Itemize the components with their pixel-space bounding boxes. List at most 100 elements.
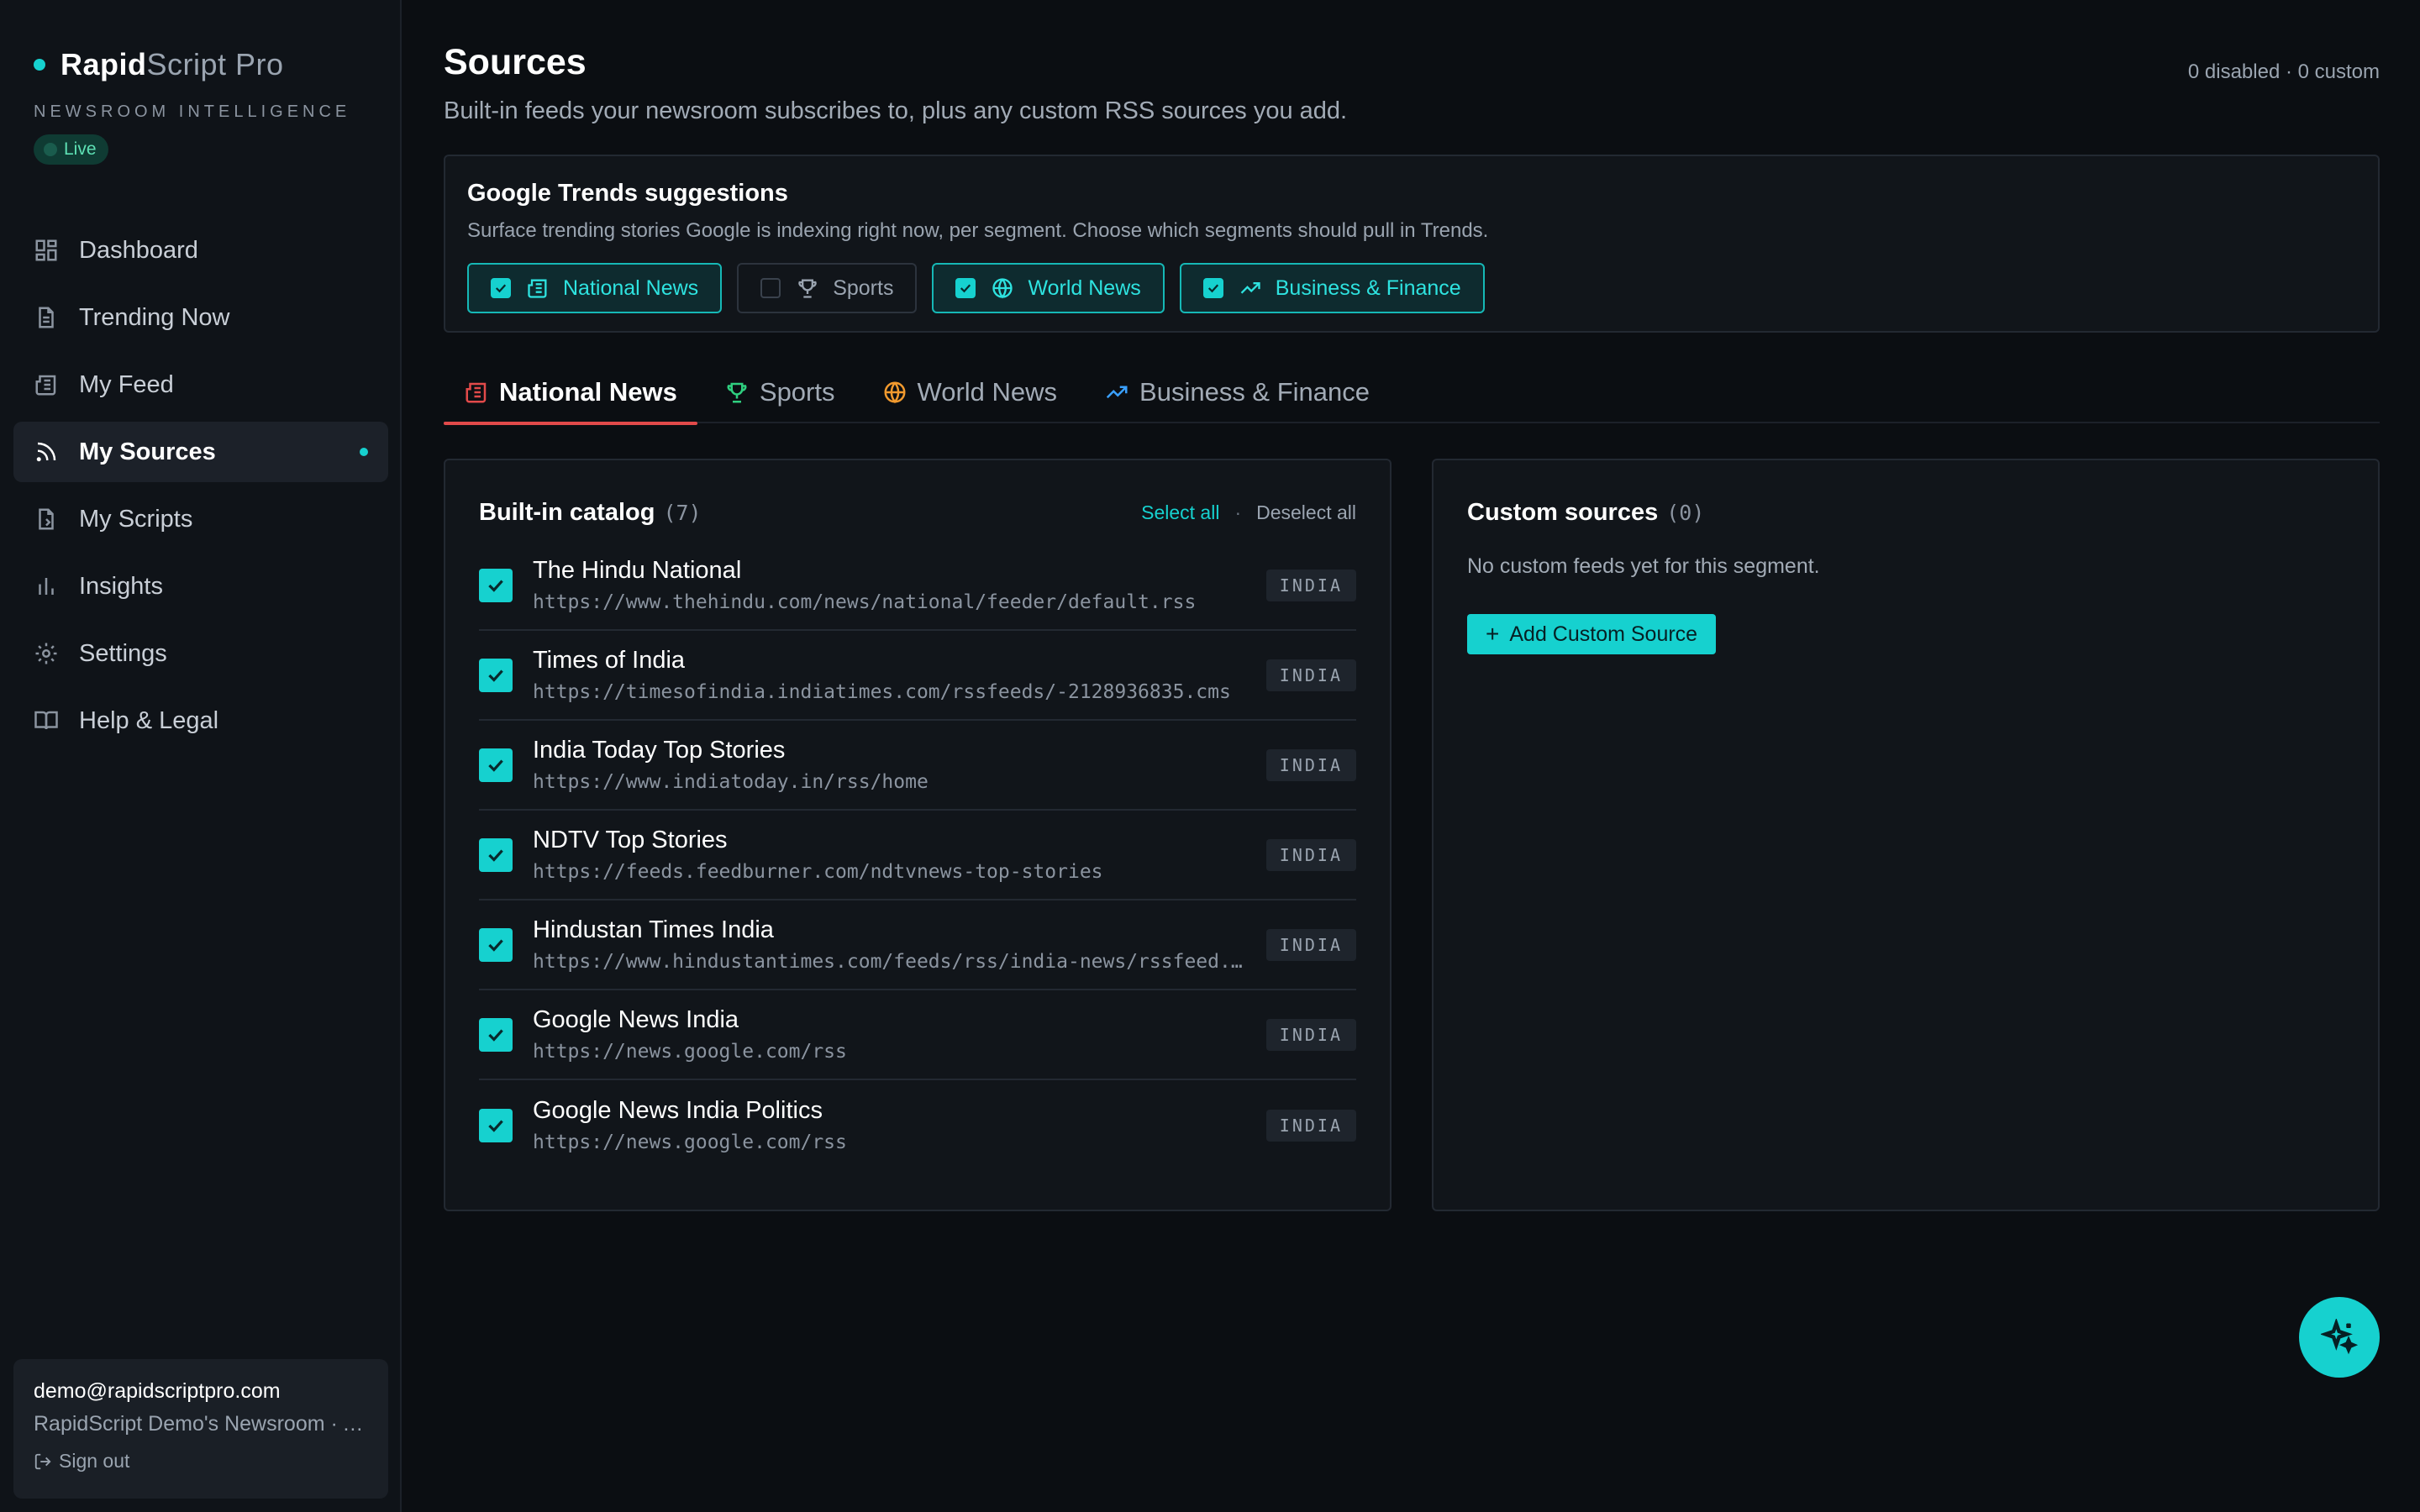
source-checkbox[interactable] — [479, 748, 513, 782]
source-name: NDTV Top Stories — [533, 827, 728, 853]
sidebar-item-label: Insights — [79, 572, 163, 600]
select-all-link[interactable]: Select all — [1141, 501, 1219, 524]
add-custom-source-button[interactable]: + Add Custom Source — [1467, 614, 1717, 654]
sidebar-item-my-scripts[interactable]: My Scripts — [13, 489, 388, 549]
checkbox-checked[interactable] — [955, 278, 976, 298]
source-row[interactable]: Hindustan Times India https://www.hindust… — [479, 900, 1356, 990]
script-icon — [39, 508, 54, 530]
checkbox-checked[interactable] — [1202, 278, 1223, 298]
source-checkbox[interactable] — [479, 1108, 513, 1142]
sidebar-item-help-legal[interactable]: Help & Legal — [13, 690, 388, 751]
source-url: https://www.indiatoday.in/rss/home — [533, 771, 929, 793]
source-checkbox[interactable] — [479, 658, 513, 692]
sidebar: RapidScript Pro NEWSROOM INTELLIGENCE Li… — [0, 0, 402, 1512]
custom-header: Custom sources (0) — [1467, 494, 2344, 531]
check-icon — [488, 579, 503, 592]
source-name: The Hindu National — [533, 557, 742, 584]
sidebar-item-my-feed[interactable]: My Feed — [13, 354, 388, 415]
sidebar-nav: Dashboard Trending Now My Feed My Source… — [13, 220, 388, 758]
check-icon — [495, 284, 507, 293]
document-icon — [39, 307, 54, 328]
trends-chip-business-finance[interactable]: Business & Finance — [1179, 263, 1485, 313]
tab-national-news[interactable]: National News — [444, 361, 697, 425]
source-row[interactable]: Google News India https://news.google.com… — [479, 990, 1356, 1080]
trends-chip-sports[interactable]: Sports — [737, 263, 918, 313]
tab-world-news[interactable]: World News — [862, 361, 1078, 423]
catalog-header: Built-in catalog (7) Select all · Deselec… — [479, 494, 1356, 531]
brand-dot-icon — [34, 59, 45, 71]
bar-chart-icon — [39, 578, 54, 595]
source-row[interactable]: NDTV Top Stories https://feeds.feedburner… — [479, 811, 1356, 900]
tab-label: Sports — [759, 377, 835, 407]
source-url: https://news.google.com/rss — [533, 1041, 847, 1063]
source-checkbox[interactable] — [479, 568, 513, 602]
source-url: https://timesofindia.indiatimes.com/rssf… — [533, 681, 1231, 703]
catalog-actions: Select all · Deselect all — [1141, 501, 1356, 524]
sidebar-item-label: Help & Legal — [79, 706, 219, 734]
sidebar-item-label: My Sources — [79, 438, 216, 465]
sidebar-item-settings[interactable]: Settings — [13, 623, 388, 684]
deselect-all-link[interactable]: Deselect all — [1256, 501, 1356, 524]
check-icon — [488, 669, 503, 682]
trends-chip-world-news[interactable]: World News — [932, 263, 1165, 313]
source-name: Google News India — [533, 1006, 739, 1033]
source-name: Times of India — [533, 647, 686, 674]
dashboard-icon — [35, 239, 57, 261]
sign-out-button[interactable]: Sign out — [34, 1450, 368, 1473]
chip-label: World News — [1028, 276, 1141, 300]
brand-logo[interactable]: RapidScript Pro — [34, 47, 284, 82]
trophy-icon — [727, 382, 747, 403]
check-icon — [1207, 284, 1218, 293]
add-custom-source-label: Add Custom Source — [1509, 622, 1698, 646]
check-icon — [488, 1028, 503, 1042]
builtin-catalog-panel: Built-in catalog (7) Select all · Deselec… — [444, 459, 1392, 1211]
region-tag: INDIA — [1265, 1018, 1356, 1051]
checkbox-checked[interactable] — [491, 278, 511, 298]
ai-assistant-button[interactable] — [2299, 1297, 2380, 1378]
custom-sources-panel: Custom sources (0) No custom feeds yet fo… — [1432, 459, 2380, 1211]
trends-segment-chips: National News Sports World News Business… — [467, 263, 2356, 313]
sidebar-item-insights[interactable]: Insights — [13, 556, 388, 617]
trends-title: Google Trends suggestions — [467, 180, 788, 207]
check-icon — [488, 1119, 503, 1132]
source-checkbox[interactable] — [479, 927, 513, 962]
sign-out-icon — [34, 1453, 51, 1469]
region-tag: INDIA — [1265, 659, 1356, 691]
sidebar-item-my-sources[interactable]: My Sources — [13, 422, 388, 482]
source-row[interactable]: The Hindu National https://www.thehindu.c… — [479, 541, 1356, 631]
globe-icon — [884, 381, 905, 404]
account-card: demo@rapidscriptpro.com RapidScript Demo… — [13, 1359, 388, 1499]
sidebar-item-dashboard[interactable]: Dashboard — [13, 220, 388, 281]
chip-label: Business & Finance — [1275, 276, 1461, 300]
source-name: India Today Top Stories — [533, 737, 786, 764]
brand-tagline: NEWSROOM INTELLIGENCE — [34, 102, 351, 121]
custom-count: (0) — [1666, 500, 1705, 525]
plus-icon: + — [1486, 621, 1500, 647]
source-row[interactable]: India Today Top Stories https://www.india… — [479, 721, 1356, 811]
tab-label: National News — [499, 377, 677, 407]
catalog-title: Built-in catalog (7) — [479, 498, 702, 526]
trending-up-icon — [1106, 386, 1128, 399]
tab-business-finance[interactable]: Business & Finance — [1084, 361, 1390, 423]
sidebar-item-label: My Feed — [79, 370, 174, 398]
empty-state-text: No custom feeds yet for this segment. — [1467, 554, 1820, 578]
segment-tabs: National News Sports World News Business… — [444, 361, 2380, 425]
source-checkbox[interactable] — [479, 1017, 513, 1052]
live-dot-icon — [44, 143, 57, 156]
checkbox-unchecked[interactable] — [760, 278, 781, 298]
book-icon — [34, 711, 58, 730]
newspaper-icon — [35, 375, 56, 396]
source-checkbox[interactable] — [479, 837, 513, 872]
live-status-badge: Live — [34, 134, 108, 165]
chip-label: National News — [563, 276, 699, 300]
source-row[interactable]: Times of India https://timesofindia.india… — [479, 631, 1356, 721]
source-row[interactable]: Google News India Politics https://news.g… — [479, 1080, 1356, 1170]
trends-chip-national-news[interactable]: National News — [467, 263, 723, 313]
tab-label: Business & Finance — [1139, 377, 1370, 407]
rss-icon — [36, 442, 56, 462]
catalog-count: (7) — [663, 500, 702, 525]
separator-dot: · — [1234, 501, 1242, 523]
sidebar-item-trending-now[interactable]: Trending Now — [13, 287, 388, 348]
tab-sports[interactable]: Sports — [704, 361, 855, 423]
sign-out-label: Sign out — [59, 1450, 130, 1472]
